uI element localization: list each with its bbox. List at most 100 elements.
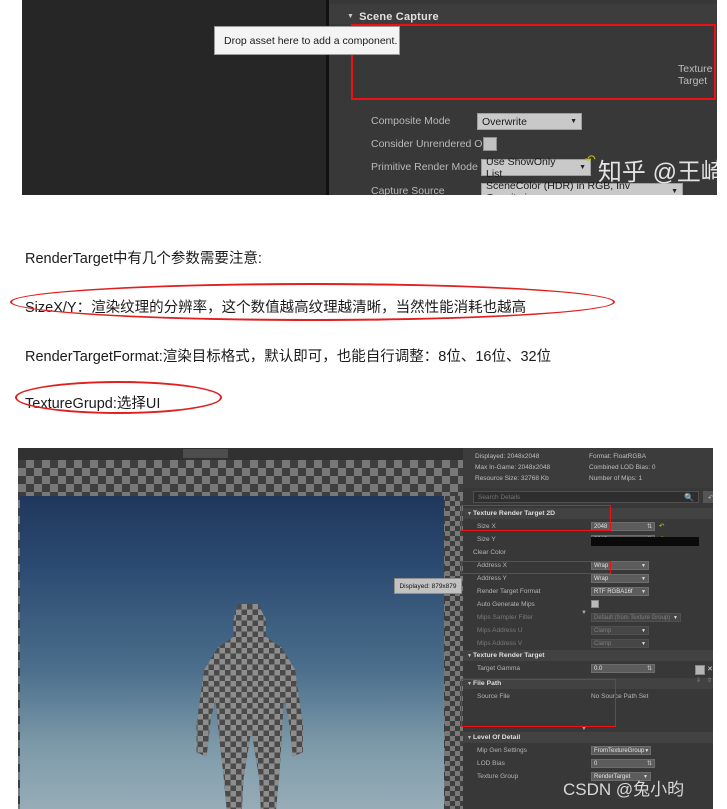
article-line-3: RenderTargetFormat:渲染目标格式，默认即可，也能自行调整：8位… (25, 349, 552, 365)
source-file-import-icon[interactable]: ⇩ (696, 677, 701, 684)
watermark-zhihu-text: 知乎 @王崎 (597, 159, 717, 186)
row-address-y: Address Y Wrap ▼ (463, 572, 713, 584)
size-y-label: Size Y (477, 536, 496, 543)
chevron-down-icon: ▼ (641, 588, 646, 595)
transparent-character-silhouette (196, 604, 303, 809)
lod-bias-input[interactable]: 0 ⇅ (591, 759, 655, 768)
composite-mode-combo[interactable]: Overwrite ▼ (477, 113, 582, 130)
section-label: Texture Render Target (473, 652, 545, 659)
consider-unrendered-checkbox[interactable] (483, 137, 497, 151)
section-texture-render-target-2d[interactable]: ▼ Texture Render Target 2D (463, 508, 713, 519)
composite-mode-label: Composite Mode (371, 115, 451, 127)
search-placeholder-text: Search Details (478, 493, 521, 501)
mips-sampler-filter-label: Mips Sampler Filter (477, 614, 533, 621)
lod-bias-value: 0 (594, 760, 598, 767)
section-label: Texture Render Target 2D (473, 510, 556, 517)
section-file-path[interactable]: ▼ File Path (463, 678, 713, 689)
viewport-toolbar[interactable] (18, 448, 463, 460)
row-lod-bias: LOD Bias 0 ⇅ (463, 757, 713, 769)
highlight-ellipse-sizexy (10, 283, 615, 321)
mips-address-u-value: Clamp (594, 627, 612, 634)
viewport-toolbar-button[interactable] (183, 449, 228, 458)
collapse-triangle-icon: ▼ (467, 681, 472, 687)
info-combined-lod-bias: Combined LOD Bias: 0 (589, 464, 656, 471)
composite-mode-value: Overwrite (482, 115, 527, 128)
render-target-format-combo[interactable]: RTF RGBA16f ▼ (591, 587, 649, 596)
highlight-ellipse-texturegroup (15, 381, 222, 414)
row-render-target-format: Render Target Format RTF RGBA16f ▼ (463, 585, 713, 597)
target-gamma-label: Target Gamma (477, 665, 520, 672)
render-target-editor-screenshot: Displayed: 879x879 Displayed: 2048x2048 … (18, 448, 713, 809)
mips-address-u-combo: Clamp ▼ (591, 626, 649, 635)
texture-info-block: Displayed: 2048x2048 Max In-Game: 2048x2… (463, 448, 713, 488)
mips-address-v-label: Mips Address V (477, 640, 523, 647)
clear-color-label: Clear Color (473, 549, 506, 556)
target-gamma-input[interactable]: 0.0 ⇅ (591, 664, 655, 673)
watermark-zhihu: ↶知乎 @王崎 (585, 152, 717, 187)
watermark-csdn: CSDN @兔小昀 (563, 780, 685, 799)
size-x-label: Size X (477, 523, 496, 530)
spinner-icon[interactable]: ⇅ (647, 523, 652, 530)
row-mips-address-v: Mips Address V Clamp ▼ (463, 637, 713, 649)
address-x-value: Wrap (594, 562, 609, 569)
mips-sampler-filter-value: Default (from Texture Group) (594, 614, 671, 621)
row-clear-color: Clear Color (463, 546, 713, 558)
row-address-x: Address X Wrap ▼ (463, 559, 713, 571)
viewport-checkerboard-right (445, 496, 463, 809)
section-texture-render-target[interactable]: ▼ Texture Render Target (463, 650, 713, 661)
spinner-icon[interactable]: ⇅ (647, 665, 652, 672)
collapse-triangle-icon: ▼ (467, 735, 472, 741)
drop-asset-tooltip: Drop asset here to add a component. (214, 26, 400, 55)
chevron-down-icon: ▼ (673, 614, 678, 621)
displayed-resolution-tag: Displayed: 879x879 (394, 578, 462, 594)
size-x-input[interactable]: 2048 ⇅ (591, 522, 655, 531)
row-size-x: Size X 2048 ⇅ ↶ (463, 520, 713, 532)
row-mip-gen-settings: Mip Gen Settings FromTextureGroup ▼ (463, 744, 713, 756)
primitive-render-mode-combo[interactable]: Use ShowOnly List ▼ (481, 156, 591, 180)
source-file-browse-button[interactable] (695, 665, 705, 675)
section-label: File Path (473, 680, 502, 687)
section-header-label: Scene Capture (359, 11, 439, 23)
size-x-value: 2048 (594, 523, 608, 530)
source-file-reimport-icon[interactable]: ⇧ (707, 677, 712, 684)
mip-gen-settings-combo[interactable]: FromTextureGroup ▼ (591, 746, 651, 755)
chevron-down-icon: ▼ (641, 562, 646, 569)
mip-gen-settings-value: FromTextureGroup (594, 747, 645, 754)
size-x-reset-icon[interactable]: ↶ (659, 522, 664, 530)
property-row-composite-mode: Composite Mode Overwrite ▼ (329, 110, 717, 133)
primitive-render-mode-label: Primitive Render Mode (371, 161, 478, 173)
mips-address-v-combo: Clamp ▼ (591, 639, 649, 648)
undo-icon: ↶ (585, 152, 596, 167)
section-level-of-detail[interactable]: ▼ Level Of Detail (463, 732, 713, 743)
section-collapse-handle-2[interactable]: ▼ (581, 726, 587, 732)
spinner-icon[interactable]: ⇅ (647, 760, 652, 767)
target-gamma-value: 0.0 (594, 665, 603, 672)
capture-source-label: Capture Source (371, 185, 445, 195)
section-collapse-handle-1[interactable]: ▼ (581, 610, 587, 616)
chevron-down-icon: ▼ (641, 640, 646, 647)
chevron-down-icon: ▼ (644, 747, 650, 754)
section-label: Level Of Detail (473, 734, 521, 741)
source-file-clear-icon[interactable]: ✕ (707, 665, 713, 673)
row-mips-address-u: Mips Address U Clamp ▼ (463, 624, 713, 636)
texture-viewport: Displayed: 879x879 (18, 448, 463, 809)
chevron-down-icon: ▼ (570, 118, 577, 125)
collapse-triangle-icon: ▼ (467, 653, 472, 659)
section-header-scene-capture[interactable]: ▼ Scene Capture (347, 11, 439, 23)
mip-gen-settings-label: Mip Gen Settings (477, 747, 527, 754)
primitive-render-mode-value: Use ShowOnly List (486, 155, 556, 180)
row-target-gamma: Target Gamma 0.0 ⇅ (463, 662, 713, 674)
scene-capture-screenshot: ▼Scene Capture Texture Target NewCanvasR… (22, 0, 717, 195)
address-x-label: Address X (477, 562, 507, 569)
source-file-value: No Source Path Set (591, 693, 649, 700)
address-x-combo[interactable]: Wrap ▼ (591, 561, 649, 570)
chevron-down-icon: ▼ (641, 575, 646, 582)
details-filter-icon[interactable]: ↶ (708, 494, 713, 502)
search-details-input[interactable]: Search Details 🔍 (473, 491, 699, 503)
address-y-combo[interactable]: Wrap ▼ (591, 574, 649, 583)
clear-color-swatch[interactable] (591, 537, 699, 546)
collapse-triangle-icon: ▼ (467, 511, 472, 517)
lod-bias-label: LOD Bias (477, 760, 505, 767)
auto-generate-mips-checkbox[interactable] (591, 600, 599, 608)
row-mips-sampler-filter: Mips Sampler Filter Default (from Textur… (463, 611, 713, 623)
